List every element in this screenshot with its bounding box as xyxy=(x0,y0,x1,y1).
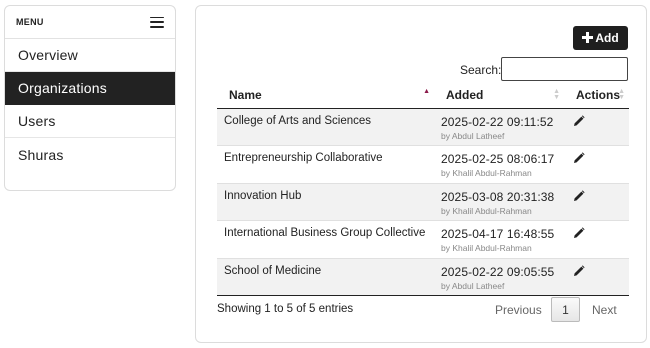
search-input[interactable] xyxy=(501,57,628,81)
sidebar-item-label: Organizations xyxy=(18,80,107,96)
sidebar-header: MENU xyxy=(5,6,175,39)
added-by: by Abdul Latheef xyxy=(441,280,505,291)
table-row: Entrepreneurship Collaborative 2025-02-2… xyxy=(217,145,629,184)
pencil-icon[interactable] xyxy=(573,114,585,130)
added-by: by Khalil Abdul-Rahman xyxy=(441,243,532,253)
pencil-icon[interactable] xyxy=(573,227,585,242)
sidebar-item-label: Users xyxy=(18,113,56,129)
table-row: College of Arts and Sciences 2025-02-22 … xyxy=(217,108,629,146)
sidebar-item-organizations[interactable]: Organizations xyxy=(5,72,175,105)
organizations-table: Name ▲ Added ▲ ▼ Actions ▲ ▼ College of Ar… xyxy=(217,83,629,296)
sidebar-item-users[interactable]: Users xyxy=(5,105,175,138)
sort-icon: ▲ ▼ xyxy=(553,88,560,101)
added-cell: 2025-03-08 20:31:38 by Khalil Abdul-Rahm… xyxy=(434,183,564,221)
plus-icon xyxy=(582,31,594,46)
org-name: Entrepreneurship Collaborative xyxy=(217,145,434,184)
org-name: School of Medicine xyxy=(217,258,434,296)
sidebar-item-overview[interactable]: Overview xyxy=(5,39,175,72)
sort-icon: ▲ ▼ xyxy=(618,88,625,101)
sidebar: MENU Overview Organizations Users Shuras xyxy=(4,5,176,191)
column-header-added[interactable]: Added ▲ ▼ xyxy=(434,83,564,109)
added-date: 2025-04-17 16:48:55 xyxy=(441,227,555,241)
table-row: School of Medicine 2025-02-22 09:05:55 b… xyxy=(217,258,629,296)
sidebar-item-shuras[interactable]: Shuras xyxy=(5,138,175,171)
hamburger-menu-icon[interactable] xyxy=(150,16,164,28)
added-date: 2025-02-22 09:05:55 xyxy=(441,264,555,279)
added-cell: 2025-02-22 09:11:52 by Abdul Latheef xyxy=(434,108,564,146)
column-header-actions[interactable]: Actions ▲ ▼ xyxy=(564,83,629,109)
table-header-row: Name ▲ Added ▲ ▼ Actions ▲ ▼ xyxy=(217,83,629,109)
added-by: by Abdul Latheef xyxy=(441,130,505,141)
pagination-previous[interactable]: Previous xyxy=(495,303,542,317)
actions-cell xyxy=(564,145,629,184)
added-by: by Khalil Abdul-Rahman xyxy=(441,205,532,216)
pencil-icon[interactable] xyxy=(573,189,585,205)
pagination-page-1[interactable]: 1 xyxy=(551,297,580,322)
actions-cell xyxy=(564,220,629,259)
pencil-icon[interactable] xyxy=(573,152,585,167)
org-name: International Business Group Collective xyxy=(217,220,434,259)
added-date: 2025-02-22 09:11:52 xyxy=(441,114,554,129)
added-cell: 2025-04-17 16:48:55 by Khalil Abdul-Rahm… xyxy=(434,220,564,259)
org-name: College of Arts and Sciences xyxy=(217,108,434,146)
added-date: 2025-03-08 20:31:38 xyxy=(441,189,555,204)
org-name: Innovation Hub xyxy=(217,183,434,221)
added-cell: 2025-02-25 08:06:17 by Khalil Abdul-Rahm… xyxy=(434,145,564,184)
table-row: International Business Group Collective … xyxy=(217,220,629,259)
pencil-icon[interactable] xyxy=(573,264,585,280)
column-header-name[interactable]: Name ▲ xyxy=(217,83,434,109)
added-by: by Khalil Abdul-Rahman xyxy=(441,168,532,178)
sort-ascending-icon: ▲ xyxy=(423,88,430,95)
table-row: Innovation Hub 2025-03-08 20:31:38 by Kh… xyxy=(217,183,629,221)
actions-cell xyxy=(564,183,629,221)
table-info: Showing 1 to 5 of 5 entries xyxy=(217,303,354,315)
add-button-label: Add xyxy=(595,31,619,45)
organizations-panel: Add Search: Name ▲ Added ▲▼ Actions ▲▼ xyxy=(195,5,647,343)
add-button[interactable]: Add xyxy=(573,26,628,50)
added-cell: 2025-02-22 09:05:55 by Abdul Latheef xyxy=(434,258,564,296)
pagination-next[interactable]: Next xyxy=(592,303,617,317)
search-label: Search: xyxy=(460,63,502,77)
added-date: 2025-02-25 08:06:17 xyxy=(441,152,555,166)
actions-cell xyxy=(564,108,629,146)
actions-cell xyxy=(564,258,629,296)
menu-title: MENU xyxy=(16,17,44,27)
sidebar-item-label: Overview xyxy=(18,47,78,63)
sidebar-item-label: Shuras xyxy=(18,146,64,163)
